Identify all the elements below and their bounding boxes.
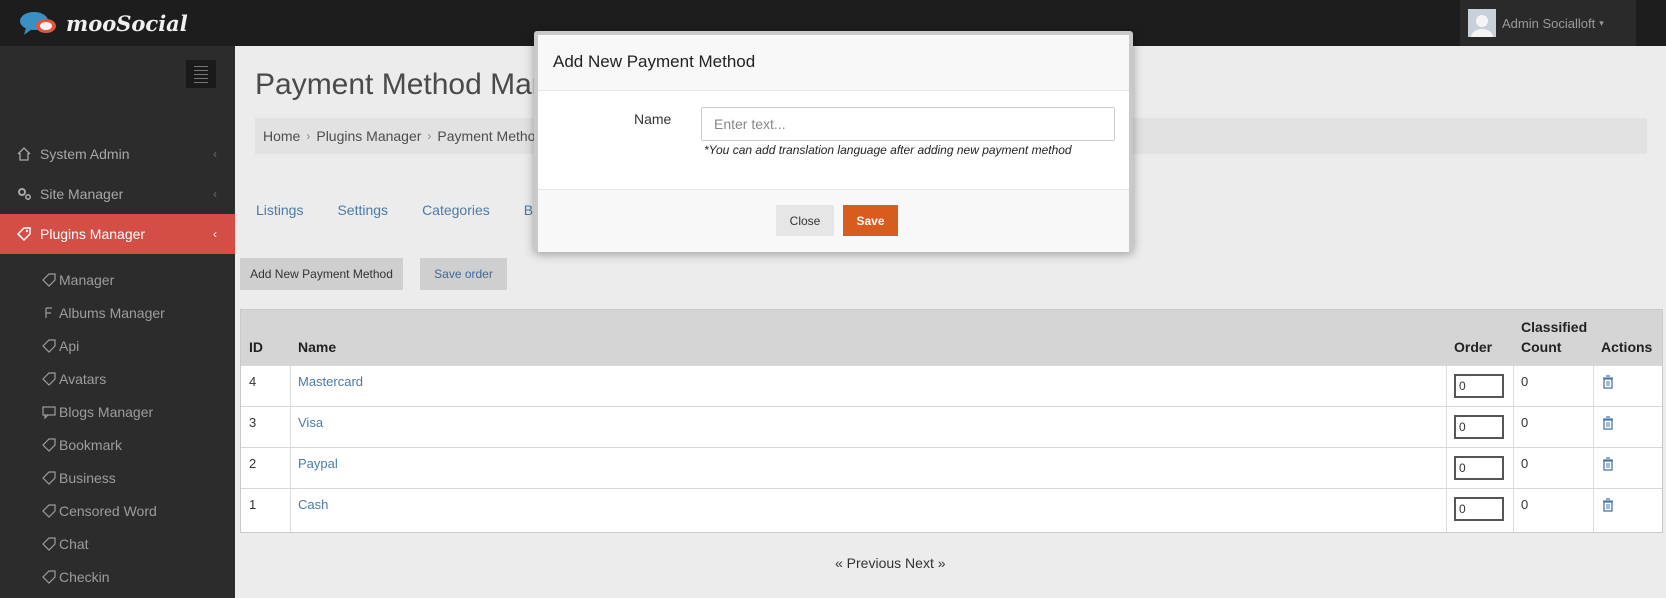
name-label: Name (634, 111, 672, 127)
add-payment-method-modal: Add New Payment Method Name *You can add… (534, 31, 1133, 252)
modal-header: Add New Payment Method (538, 35, 1129, 91)
modal-footer: Close Save (538, 189, 1129, 252)
translation-hint: *You can add translation language after … (704, 143, 1072, 157)
name-input[interactable] (701, 107, 1115, 141)
close-button[interactable]: Close (776, 205, 834, 236)
save-button[interactable]: Save (843, 205, 898, 236)
modal-title: Add New Payment Method (553, 52, 756, 71)
